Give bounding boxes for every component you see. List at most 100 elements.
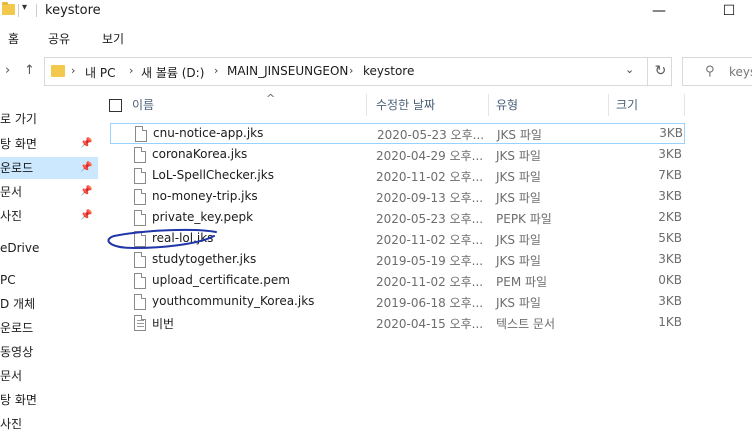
table-row[interactable]: coronaKorea.jks 2020-04-29 오후... JKS 파일 … (110, 145, 685, 166)
file-type: JKS 파일 (496, 191, 541, 205)
file-date: 2020-11-02 오후... (376, 233, 484, 247)
nav-item-label: 문서 (0, 369, 23, 383)
file-type: PEPK 파일 (496, 212, 552, 226)
text-file-icon (134, 315, 146, 331)
file-icon (135, 126, 147, 142)
refresh-icon[interactable]: ↻ (647, 58, 673, 85)
file-date: 2020-09-13 오후... (376, 191, 484, 205)
nav-item[interactable]: 로 가기 (0, 108, 98, 130)
file-type: JKS 파일 (497, 128, 542, 142)
chevron-right-icon[interactable]: › (349, 64, 353, 77)
table-row[interactable]: cnu-notice-app.jks 2020-05-23 오후... JKS … (110, 123, 685, 144)
quick-access-dropdown-icon[interactable]: ▾ (22, 2, 27, 13)
minimize-button[interactable]: — (636, 0, 682, 24)
breadcrumb-this-pc[interactable]: 내 PC (85, 64, 115, 81)
column-header-size[interactable]: 크기 (616, 92, 638, 118)
folder-icon (2, 2, 15, 15)
file-type: JKS 파일 (496, 296, 541, 310)
table-row[interactable]: youthcommunity_Korea.jks 2019-06-18 오후..… (110, 292, 685, 313)
file-size: 3KB (658, 294, 682, 308)
nav-item[interactable]: 동영상 (0, 341, 98, 363)
file-type: 텍스트 문서 (496, 317, 556, 331)
nav-item[interactable]: 사진 (0, 413, 98, 435)
tab-share[interactable]: 공유 (48, 30, 70, 47)
table-row[interactable]: real-lol.jks 2020-11-02 오후... JKS 파일 5KB (110, 229, 685, 250)
column-header-name[interactable]: 이름 ^ (132, 92, 275, 118)
file-name: studytogether.jks (152, 252, 257, 266)
pin-icon: 📌 (80, 162, 93, 173)
file-size: 0KB (658, 273, 682, 287)
file-icon (134, 294, 146, 310)
nav-item[interactable]: 운로드 (0, 317, 98, 339)
nav-item-label: D 개체 (0, 297, 36, 311)
select-all-checkbox[interactable] (109, 99, 122, 112)
sort-ascending-icon: ^ (266, 92, 276, 105)
chevron-right-icon[interactable]: › (214, 64, 218, 77)
column-divider[interactable] (366, 94, 367, 116)
nav-item[interactable]: D 개체 (0, 293, 98, 315)
file-size: 5KB (658, 231, 682, 245)
chevron-right-icon[interactable]: › (71, 64, 75, 77)
file-name: real-lol.jks (152, 231, 214, 245)
nav-item[interactable]: eDrive (0, 237, 98, 259)
nav-item-label: eDrive (0, 241, 40, 255)
nav-item-label: 문서 (0, 185, 23, 199)
folder-icon (51, 65, 65, 77)
column-header-type[interactable]: 유형 (496, 92, 518, 118)
nav-item-label: 탕 화면 (0, 393, 37, 407)
file-icon (134, 168, 146, 184)
file-icon (134, 189, 146, 205)
file-type: JKS 파일 (496, 233, 541, 247)
breadcrumb-volume-d[interactable]: 새 볼륨 (D:) (141, 64, 204, 81)
chevron-right-icon[interactable]: › (5, 63, 10, 78)
title-bar: ▾ keystore — ☐ (0, 0, 752, 24)
table-row[interactable]: LoL-SpellChecker.jks 2020-11-02 오후... JK… (110, 166, 685, 187)
file-icon (134, 252, 146, 268)
breadcrumb-main-folder[interactable]: MAIN_JINSEUNGEON (227, 64, 348, 78)
nav-item[interactable]: 운로드 📌 (0, 157, 98, 179)
file-date: 2020-11-02 오후... (376, 275, 484, 289)
chevron-down-icon[interactable]: ⌄ (625, 63, 634, 76)
file-name: 비번 (152, 317, 175, 331)
tab-home[interactable]: 홈 (8, 30, 19, 47)
column-divider[interactable] (488, 94, 489, 116)
file-icon (134, 210, 146, 226)
file-size: 3KB (659, 126, 683, 140)
table-row[interactable]: private_key.pepk 2020-05-23 오후... PEPK 파… (110, 208, 685, 229)
maximize-button[interactable]: ☐ (706, 0, 752, 24)
window-title: keystore (45, 3, 101, 18)
pin-icon: 📌 (80, 186, 93, 197)
search-placeholder: keys (729, 65, 752, 79)
nav-item[interactable]: 탕 화면 📌 (0, 133, 98, 155)
file-type: PEM 파일 (496, 275, 548, 289)
nav-item-label: 사진 (0, 417, 23, 431)
file-date: 2019-05-19 오후... (376, 254, 484, 268)
nav-item[interactable]: 사진 📌 (0, 205, 98, 227)
chevron-right-icon[interactable]: › (129, 64, 133, 77)
search-input[interactable]: ⚲ keys (682, 57, 752, 86)
column-divider[interactable] (608, 94, 609, 116)
file-list: 이름 ^ 수정한 날짜 유형 크기 cnu-notice-app.jks 2020… (100, 90, 752, 446)
nav-item[interactable]: 문서 📌 (0, 181, 98, 203)
pin-icon: 📌 (80, 210, 93, 221)
table-row[interactable]: no-money-trip.jks 2020-09-13 오후... JKS 파… (110, 187, 685, 208)
nav-item[interactable]: 문서 (0, 365, 98, 387)
tab-view[interactable]: 보기 (102, 30, 124, 47)
up-arrow-icon[interactable]: ↑ (24, 63, 35, 78)
ribbon: 홈 공유 보기 (0, 24, 752, 52)
table-row[interactable]: 비번 2020-04-15 오후... 텍스트 문서 1KB (110, 313, 685, 334)
table-row[interactable]: upload_certificate.pem 2020-11-02 오후... … (110, 271, 685, 292)
breadcrumb-keystore[interactable]: keystore (363, 64, 414, 78)
table-row[interactable]: studytogether.jks 2019-05-19 오후... JKS 파… (110, 250, 685, 271)
address-bar[interactable]: › 내 PC › 새 볼륨 (D:) › MAIN_JINSEUNGEON › … (44, 57, 672, 86)
address-row: › ↑ › 내 PC › 새 볼륨 (D:) › MAIN_JINSEUNGEO… (0, 54, 752, 88)
column-divider[interactable] (684, 94, 685, 116)
nav-item-label: 로 가기 (0, 112, 37, 126)
file-size: 3KB (658, 189, 682, 203)
nav-item[interactable]: 탕 화면 (0, 389, 98, 411)
file-type: JKS 파일 (496, 149, 541, 163)
nav-item[interactable]: PC (0, 269, 98, 291)
column-header-date[interactable]: 수정한 날짜 (376, 92, 435, 118)
file-name: LoL-SpellChecker.jks (152, 168, 274, 182)
nav-item-label: 탕 화면 (0, 137, 37, 151)
